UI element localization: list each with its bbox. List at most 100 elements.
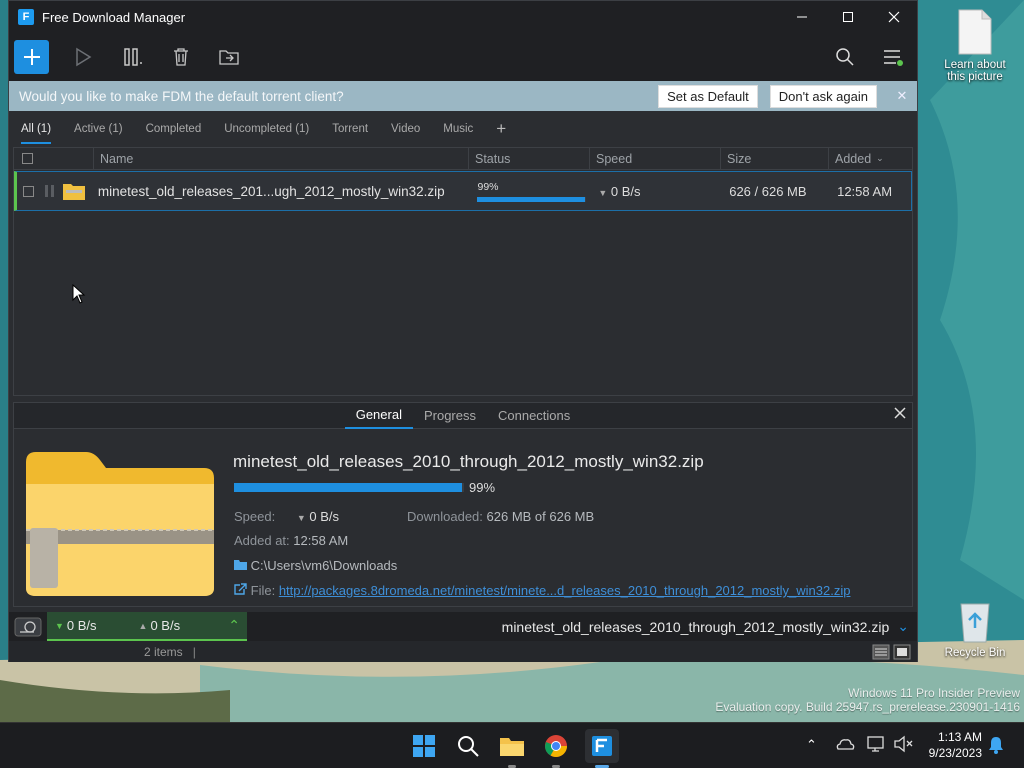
list-header: Name Status Speed Size Added ⌄ bbox=[14, 147, 912, 170]
learn-about-picture-icon[interactable]: Learn about this picture bbox=[937, 8, 1013, 83]
up-arrow-icon: ▲ bbox=[138, 620, 148, 631]
column-speed[interactable]: Speed bbox=[590, 147, 721, 170]
details-panel: General Progress Connections minetest_ol… bbox=[13, 402, 913, 607]
dont-ask-again-button[interactable]: Don't ask again bbox=[769, 84, 877, 108]
close-icon bbox=[888, 11, 900, 23]
chrome-button[interactable] bbox=[541, 731, 571, 761]
status-current-file: minetest_old_releases_2010_through_2012_… bbox=[501, 618, 890, 635]
taskbar: ⌃ 1:13 AM 9/23/2023 bbox=[0, 722, 1024, 768]
total-down-speed: 0 B/s bbox=[66, 618, 97, 633]
column-name[interactable]: Name bbox=[94, 147, 469, 170]
column-size[interactable]: Size bbox=[721, 147, 829, 170]
minimize-button[interactable] bbox=[779, 1, 825, 33]
add-download-button[interactable] bbox=[14, 40, 49, 74]
recycle-bin-glyph bbox=[960, 603, 990, 643]
column-status[interactable]: Status bbox=[469, 147, 590, 170]
speed-summary[interactable]: ▼ 0 B/s ▲ 0 B/s ⌃ bbox=[47, 612, 247, 641]
taskbar-search-button[interactable] bbox=[453, 731, 483, 761]
move-to-folder-button[interactable] bbox=[205, 40, 253, 74]
banner-text: Would you like to make FDM the default t… bbox=[19, 88, 344, 104]
close-window-button[interactable] bbox=[871, 1, 917, 33]
notification-bell-icon[interactable] bbox=[987, 735, 1005, 758]
downloaded-label: Downloaded: bbox=[407, 509, 483, 524]
tab-connections[interactable]: Connections bbox=[487, 403, 581, 429]
bottom-info-bar: 2 items | bbox=[9, 641, 917, 662]
snail-mode-button[interactable] bbox=[9, 612, 47, 641]
folder-icon bbox=[234, 560, 247, 570]
chrome-icon bbox=[545, 735, 567, 757]
chevron-down-icon[interactable]: ⌄ bbox=[897, 618, 909, 635]
clock[interactable]: 1:13 AM 9/23/2023 bbox=[918, 729, 982, 761]
recycle-bin-label: Recycle Bin bbox=[944, 647, 1006, 659]
fdm-logo-icon: F bbox=[18, 9, 34, 25]
volume-muted-icon[interactable] bbox=[893, 735, 913, 756]
search-icon bbox=[836, 48, 854, 66]
close-details-icon[interactable] bbox=[894, 406, 906, 423]
delete-button[interactable] bbox=[157, 40, 205, 74]
pause-all-button[interactable] bbox=[109, 40, 157, 74]
row-checkbox[interactable] bbox=[23, 185, 34, 197]
row-progress-fill bbox=[477, 196, 586, 202]
folder-path-link[interactable]: C:\Users\vm6\Downloads bbox=[234, 558, 397, 573]
pause-icon bbox=[124, 48, 142, 66]
fdm-window: F Free Download Manager Would you like t… bbox=[8, 0, 918, 662]
tab-torrent[interactable]: Torrent bbox=[332, 123, 368, 135]
tab-all[interactable]: All (1) bbox=[21, 123, 52, 144]
play-icon bbox=[76, 47, 92, 67]
row-pause-icon[interactable] bbox=[44, 184, 56, 198]
downloads-list: Name Status Speed Size Added ⌄ minetest_… bbox=[13, 147, 913, 396]
search-button[interactable] bbox=[821, 40, 869, 74]
filter-tabs: All (1) Active (1) Completed Uncompleted… bbox=[9, 111, 917, 147]
close-icon bbox=[894, 407, 906, 419]
title-bar: F Free Download Manager bbox=[9, 1, 917, 33]
file-url-link[interactable]: http://packages.8dromeda.net/minetest/mi… bbox=[279, 583, 851, 598]
recycle-bin-icon[interactable]: Recycle Bin bbox=[937, 598, 1013, 659]
file-explorer-button[interactable] bbox=[497, 731, 527, 761]
status-bar: ▼ 0 B/s ▲ 0 B/s ⌃ minetest_old_releases_… bbox=[9, 612, 917, 641]
tab-completed[interactable]: Completed bbox=[146, 123, 202, 135]
onedrive-icon[interactable] bbox=[835, 736, 855, 755]
windows-logo-icon bbox=[413, 735, 435, 757]
speed-down-arrow-icon: ▼ bbox=[296, 513, 306, 523]
list-view-icon[interactable] bbox=[872, 644, 890, 660]
column-added[interactable]: Added ⌄ bbox=[829, 148, 912, 170]
main-menu-button[interactable] bbox=[869, 40, 917, 74]
speed-value: 0 B/s bbox=[309, 509, 339, 524]
folder-move-icon bbox=[219, 50, 239, 65]
show-hidden-icons-chevron-icon[interactable]: ⌃ bbox=[806, 737, 817, 753]
set-as-default-button[interactable]: Set as Default bbox=[658, 84, 758, 108]
tab-progress[interactable]: Progress bbox=[413, 403, 487, 429]
fdm-app-icon bbox=[592, 736, 612, 756]
tab-uncompleted[interactable]: Uncompleted (1) bbox=[224, 123, 309, 135]
snail-icon bbox=[14, 617, 42, 636]
added-at-value: 12:58 AM bbox=[293, 533, 349, 548]
add-tab-plus-icon[interactable]: + bbox=[496, 119, 506, 139]
toolbar bbox=[9, 33, 917, 81]
select-all-checkbox[interactable] bbox=[22, 153, 33, 164]
row-progress-bar bbox=[477, 196, 587, 202]
start-button[interactable] bbox=[409, 731, 439, 761]
details-filename: minetest_old_releases_2010_through_2012_… bbox=[233, 452, 704, 471]
resume-all-button[interactable] bbox=[61, 40, 109, 74]
fdm-taskbar-button[interactable] bbox=[585, 729, 619, 763]
network-icon[interactable] bbox=[866, 735, 886, 756]
minimize-icon bbox=[797, 16, 807, 18]
learn-about-picture-label: Learn about this picture bbox=[944, 59, 1006, 83]
maximize-icon bbox=[843, 12, 853, 22]
speed-label: Speed: bbox=[234, 509, 276, 524]
tab-music[interactable]: Music bbox=[443, 123, 473, 135]
watermark-line1: Windows 11 Pro Insider Preview bbox=[848, 686, 1020, 700]
row-status-percent: 99% bbox=[477, 180, 499, 193]
tab-active[interactable]: Active (1) bbox=[74, 123, 123, 135]
chevron-up-icon[interactable]: ⌃ bbox=[228, 617, 240, 634]
banner-close-icon[interactable]: ✕ bbox=[887, 88, 917, 104]
table-row[interactable]: minetest_old_releases_201...ugh_2012_mos… bbox=[14, 171, 912, 211]
window-title: Free Download Manager bbox=[42, 9, 186, 25]
tab-general[interactable]: General bbox=[344, 403, 413, 429]
tab-video[interactable]: Video bbox=[391, 123, 420, 135]
document-icon bbox=[958, 9, 992, 55]
tile-view-icon[interactable] bbox=[893, 644, 911, 660]
windows-watermark: Windows 11 Pro Insider Preview Evaluatio… bbox=[715, 686, 1020, 714]
folder-path: C:\Users\vm6\Downloads bbox=[250, 558, 398, 573]
maximize-button[interactable] bbox=[825, 1, 871, 33]
